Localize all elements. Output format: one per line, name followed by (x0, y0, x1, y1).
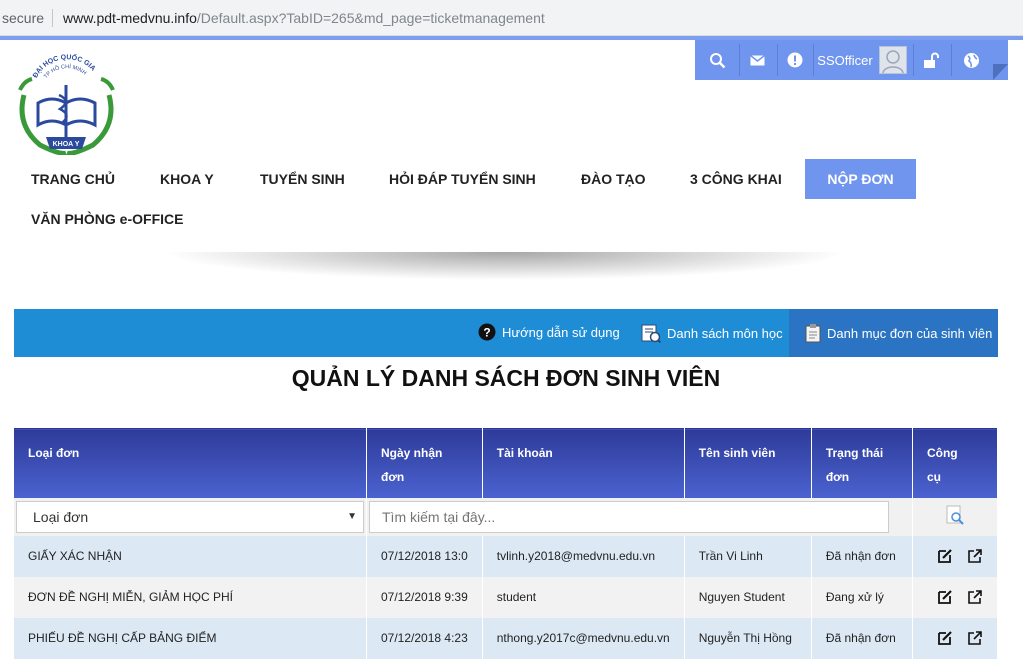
cell-name: Nguyen Student (684, 576, 812, 618)
column-header-name[interactable]: Tên sinh viên (684, 428, 812, 498)
avatar[interactable] (878, 46, 908, 74)
subject-list-link[interactable]: Danh sách môn học (641, 323, 783, 343)
search-document-icon[interactable] (944, 504, 966, 526)
toolbar-fold (993, 64, 1008, 80)
student-forms-link[interactable]: Danh mục đơn của sinh viên (789, 309, 998, 357)
subject-list-label: Danh sách môn học (667, 325, 783, 341)
type-filter-select[interactable]: Loại đơn ▼ (16, 500, 364, 533)
toolbar-divider (777, 44, 778, 76)
header-shadow (20, 252, 990, 292)
cell-type: GIẤY XÁC NHẬN (14, 535, 367, 577)
nav-item-nop-don[interactable]: NỘP ĐƠN (805, 159, 916, 199)
url-host: www.pdt-medvnu.info (63, 9, 197, 26)
toolbar-divider (739, 44, 740, 76)
toolbar-divider (913, 44, 914, 76)
edit-icon[interactable] (937, 548, 953, 564)
search-input[interactable] (369, 500, 889, 533)
nav-item-dao-tao[interactable]: ĐÀO TẠO (581, 171, 646, 187)
table-row[interactable]: GIẤY XÁC NHẬN 07/12/2018 13:0 tvlinh.y20… (14, 535, 997, 577)
help-icon: ? (478, 323, 496, 341)
type-filter-value: Loại đơn (33, 508, 89, 525)
cell-date: 07/12/2018 13:0 (366, 535, 483, 577)
column-header-status[interactable]: Trạng thái đơn (811, 428, 913, 498)
column-header-account[interactable]: Tài khoản (482, 428, 685, 498)
mail-icon[interactable] (743, 46, 771, 74)
browser-address-bar[interactable]: secure www.pdt-medvnu.info/Default.aspx?… (0, 0, 1023, 36)
tickets-table: Loại đơn Ngày nhận đơn Tài khoản Tên sinh… (14, 428, 997, 659)
filter-row: Loại đơn ▼ (14, 497, 997, 536)
table-header-row: Loại đơn Ngày nhận đơn Tài khoản Tên sinh… (14, 428, 997, 498)
nav-item-hoi-dap[interactable]: HỎI ĐÁP TUYỂN SINH (389, 171, 536, 187)
open-external-icon[interactable] (967, 630, 983, 646)
help-label: Hướng dẫn sử dụng (502, 324, 620, 340)
cell-date: 07/12/2018 9:39 (366, 576, 483, 618)
nav-item-tuyen-sinh[interactable]: TUYỂN SINH (260, 171, 345, 187)
toolbar-divider (813, 44, 814, 76)
table-row[interactable]: PHIẾU ĐỀ NGHỊ CẤP BẢNG ĐIỂM 07/12/2018 4… (14, 617, 997, 659)
nav-item-e-office[interactable]: VĂN PHÒNG e-OFFICE (31, 211, 183, 227)
help-link[interactable]: ? Hướng dẫn sử dụng (478, 323, 620, 341)
student-forms-label: Danh mục đơn của sinh viên (827, 325, 993, 341)
cell-type: PHIẾU ĐỀ NGHỊ CẤP BẢNG ĐIỂM (14, 617, 367, 659)
username: SSOfficer (817, 52, 873, 68)
cell-name: Trần Vi Linh (684, 535, 812, 577)
cell-account: student (482, 576, 685, 618)
site-logo[interactable]: ĐẠI HỌC QUỐC GIA TP HỒ CHÍ MINH KHOA Y (10, 45, 123, 156)
open-external-icon[interactable] (967, 589, 983, 605)
cell-status: Đang xử lý (811, 576, 913, 618)
username-link[interactable]: SSOfficer (817, 46, 873, 74)
url-path: /Default.aspx?TabID=265&md_page=ticketma… (196, 9, 545, 26)
globe-icon[interactable] (957, 46, 985, 74)
cell-account: tvlinh.y2018@medvnu.edu.vn (482, 535, 685, 577)
cell-status: Đã nhận đơn (811, 535, 913, 577)
cell-date: 07/12/2018 4:23 (366, 617, 483, 659)
security-indicator[interactable]: secure (0, 8, 54, 27)
open-external-icon[interactable] (967, 548, 983, 564)
table-row[interactable]: ĐƠN ĐỀ NGHỊ MIỄN, GIẢM HỌC PHÍ 07/12/201… (14, 576, 997, 618)
svg-text:KHOA Y: KHOA Y (53, 141, 80, 148)
cell-status: Đã nhận đơn (811, 617, 913, 659)
avatar-image (879, 46, 907, 74)
toolbar-divider (951, 44, 952, 76)
page-title: QUẢN LÝ DANH SÁCH ĐƠN SINH VIÊN (291, 365, 721, 391)
chevron-down-icon: ▼ (347, 511, 357, 522)
column-header-date[interactable]: Ngày nhận đơn (366, 428, 483, 498)
column-header-tools: Công cụ (912, 428, 997, 498)
cell-name: Nguyễn Thị Hồng (684, 617, 812, 659)
svg-text:?: ? (483, 326, 490, 340)
clipboard-icon (805, 324, 821, 343)
user-toolbar: SSOfficer (695, 40, 1008, 80)
cell-account: nthong.y2017c@medvnu.edu.vn (482, 617, 685, 659)
alert-icon[interactable] (781, 46, 809, 74)
edit-icon[interactable] (937, 589, 953, 605)
function-bar: ? Hướng dẫn sử dụng Danh sách môn học Da… (14, 309, 998, 357)
nav-item-home[interactable]: TRANG CHỦ (31, 171, 115, 187)
unlock-icon[interactable] (917, 46, 945, 74)
nav-item-3-cong-khai[interactable]: 3 CÔNG KHAI (690, 171, 782, 187)
edit-icon[interactable] (937, 630, 953, 646)
cell-type: ĐƠN ĐỀ NGHỊ MIỄN, GIẢM HỌC PHÍ (14, 576, 367, 618)
search-icon[interactable] (703, 46, 731, 74)
column-header-type[interactable]: Loại đơn (14, 428, 367, 498)
subject-list-icon (641, 324, 661, 343)
nav-item-khoa-y[interactable]: KHOA Y (160, 171, 214, 187)
